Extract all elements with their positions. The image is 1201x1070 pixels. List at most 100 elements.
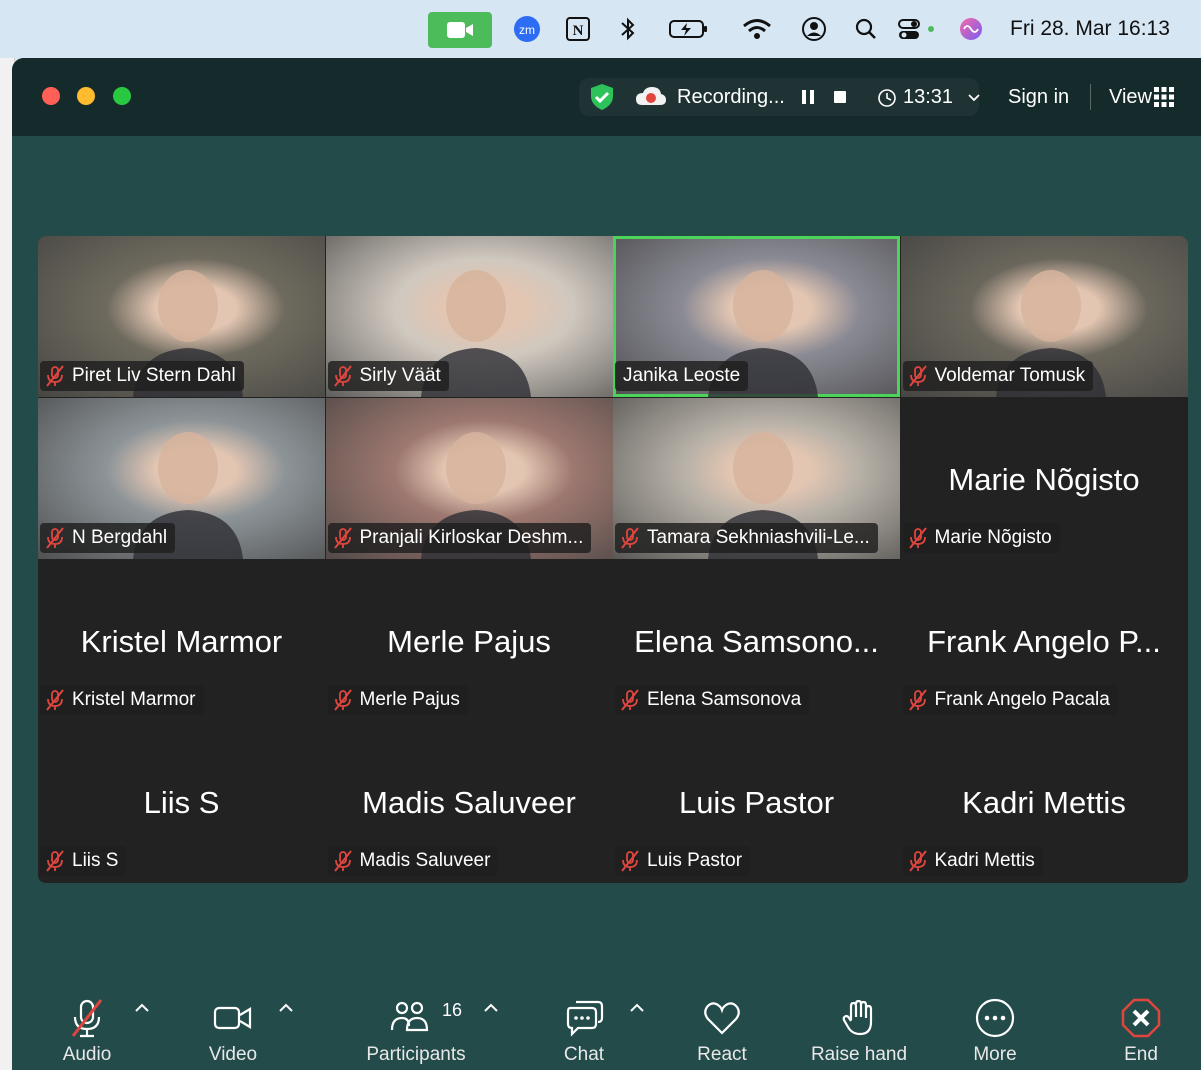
participant-name-display: Merle Pajus [387, 623, 551, 659]
meeting-timer-icon [876, 87, 898, 109]
participant-tile[interactable]: Liis S Liis S [38, 721, 325, 883]
heart-icon [700, 996, 744, 1040]
participant-name: N Bergdahl [72, 526, 168, 548]
meeting-timer[interactable]: 13:31 [903, 86, 953, 109]
participant-name-label: Pranjali Kirloskar Deshm... [327, 522, 592, 553]
muted-microphone-icon [44, 688, 66, 712]
participant-name-label: Tamara Sekhniashvili-Le... [615, 522, 878, 553]
view-button[interactable]: View [1109, 86, 1152, 109]
participant-name-display: Liis S [143, 785, 220, 821]
more-button[interactable]: More [925, 988, 1065, 1070]
participants-button[interactable]: 16 Participants [346, 988, 486, 1070]
participant-name-label: Merle Pajus [327, 684, 468, 715]
video-options-chevron-icon[interactable] [276, 998, 296, 1018]
participant-tile[interactable]: Elena Samsono... Elena Samsonova [613, 559, 900, 721]
minimize-window-button[interactable] [77, 87, 95, 105]
participant-name: Pranjali Kirloskar Deshm... [359, 526, 584, 548]
zoom-video-icon[interactable] [428, 12, 492, 48]
participant-name-display: Kristel Marmor [80, 623, 283, 659]
zoom-meeting-window: Recording... 13:31 Sign in View Piret Li… [12, 58, 1201, 1070]
end-meeting-button[interactable]: End [1071, 988, 1201, 1070]
control-center-icon[interactable] [897, 14, 939, 44]
participant-tile[interactable]: Frank Angelo P... Frank Angelo Pacala [900, 559, 1188, 721]
participants-label: Participants [366, 1044, 466, 1065]
participant-name-display: Frank Angelo P... [927, 623, 1161, 659]
pause-recording-icon[interactable] [800, 88, 816, 106]
chat-label: Chat [563, 1044, 605, 1065]
participant-name: Merle Pajus [359, 688, 460, 710]
security-shield-icon[interactable] [587, 82, 617, 112]
sign-in-button[interactable]: Sign in [1008, 86, 1069, 109]
participant-name: Piret Liv Stern Dahl [72, 365, 236, 386]
participant-tile[interactable]: Luis Pastor Luis Pastor [613, 721, 900, 883]
participant-name-label: Kadri Mettis [902, 846, 1043, 877]
participant-name: Marie Nõgisto [934, 526, 1052, 548]
participant-tile[interactable]: Piret Liv Stern Dahl [38, 236, 325, 397]
participant-tile[interactable]: Sirly Väät [325, 236, 613, 397]
participant-tile[interactable]: Merle Pajus Merle Pajus [325, 559, 613, 721]
participant-name: Kristel Marmor [72, 688, 196, 710]
participant-name-label: Sirly Väät [327, 361, 449, 391]
participant-tile[interactable]: Kadri Mettis Kadri Mettis [900, 721, 1188, 883]
wifi-icon[interactable] [740, 14, 774, 44]
end-call-icon [1119, 996, 1163, 1040]
grid-view-icon[interactable] [1153, 86, 1175, 108]
participant-tile[interactable]: Pranjali Kirloskar Deshm... [325, 397, 613, 559]
participant-name-label: N Bergdahl [40, 522, 176, 553]
participant-name: Frank Angelo Pacala [934, 688, 1110, 710]
notion-icon[interactable]: N [563, 14, 593, 44]
chevron-down-icon[interactable] [967, 91, 981, 103]
participant-tile[interactable]: Kristel Marmor Kristel Marmor [38, 559, 325, 721]
participants-options-chevron-icon[interactable] [481, 998, 501, 1018]
participant-name: Voldemar Tomusk [934, 365, 1086, 386]
participant-name: Luis Pastor [647, 850, 743, 872]
battery-icon[interactable] [667, 14, 711, 44]
fullscreen-window-button[interactable] [113, 87, 131, 105]
participant-tile[interactable]: N Bergdahl [38, 397, 325, 559]
muted-microphone-icon [619, 849, 641, 873]
zoom-zm-icon[interactable]: zm [512, 14, 542, 44]
chat-options-chevron-icon[interactable] [627, 998, 647, 1018]
participants-icon [387, 996, 431, 1040]
participant-tile[interactable]: Janika Leoste [613, 236, 900, 397]
participant-name-label: Frank Angelo Pacala [902, 684, 1118, 715]
window-titlebar: Recording... 13:31 Sign in View [12, 58, 1201, 136]
muted-microphone-icon [619, 688, 641, 712]
siri-icon[interactable] [957, 14, 985, 44]
muted-microphone-icon [907, 364, 929, 388]
participant-name: Liis S [72, 850, 119, 872]
recording-label: Recording... [677, 86, 785, 108]
audio-label: Audio [62, 1044, 112, 1065]
muted-microphone-icon [619, 526, 641, 550]
bluetooth-icon[interactable] [615, 14, 641, 44]
more-label: More [973, 1044, 1017, 1065]
react-button[interactable]: React [652, 988, 792, 1070]
muted-microphone-icon [332, 364, 354, 388]
raise-hand-button[interactable]: Raise hand [789, 988, 929, 1070]
participant-name-display: Luis Pastor [678, 785, 835, 821]
participant-tile[interactable]: Marie Nõgisto Marie Nõgisto [900, 397, 1188, 559]
audio-options-chevron-icon[interactable] [132, 998, 152, 1018]
muted-microphone-icon [332, 849, 354, 873]
spotlight-search-icon[interactable] [852, 14, 880, 44]
video-label: Video [208, 1044, 258, 1065]
participant-name-label: Kristel Marmor [40, 684, 204, 715]
svg-text:N: N [573, 23, 584, 39]
stop-recording-icon[interactable] [832, 88, 848, 106]
close-window-button[interactable] [42, 87, 60, 105]
participant-name: Madis Saluveer [359, 850, 491, 872]
end-label: End [1124, 1044, 1158, 1065]
participant-tile[interactable]: Voldemar Tomusk [900, 236, 1188, 397]
participant-tile[interactable]: Madis Saluveer Madis Saluveer [325, 721, 613, 883]
muted-microphone-icon [44, 526, 66, 550]
video-camera-icon [211, 996, 255, 1040]
participants-count-badge: 16 [442, 1000, 463, 1020]
participant-name-display: Marie Nõgisto [948, 461, 1140, 497]
muted-microphone-icon [332, 526, 354, 550]
menubar-clock[interactable]: Fri 28. Mar 16:13 [1010, 17, 1170, 41]
participant-tile[interactable]: Tamara Sekhniashvili-Le... [613, 397, 900, 559]
user-account-icon[interactable] [800, 14, 828, 44]
participant-name-label: Voldemar Tomusk [902, 361, 1094, 391]
macos-menubar: zm N Fri 28. Mar 16:13 [0, 0, 1201, 58]
participant-name-label: Liis S [40, 846, 127, 877]
